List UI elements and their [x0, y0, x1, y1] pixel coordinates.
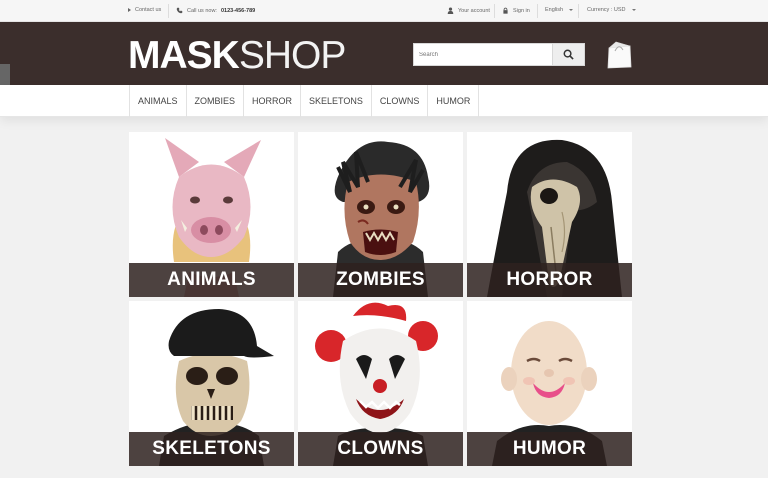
category-tile-clowns[interactable]: CLOWNS — [298, 301, 463, 466]
shopping-bag-icon — [607, 41, 632, 69]
signin-link[interactable]: Sign in — [502, 7, 530, 14]
category-label: ZOMBIES — [298, 263, 463, 297]
lock-icon — [503, 7, 508, 14]
category-tile-horror[interactable]: HORROR — [467, 132, 632, 297]
account-link[interactable]: Your account — [447, 7, 490, 14]
divider — [578, 4, 579, 18]
site-header: MASKSHOP — [0, 22, 768, 85]
signin-label: Sign in — [513, 7, 530, 14]
divider — [537, 4, 538, 18]
currency-select[interactable]: Currency : USD — [587, 7, 636, 13]
chevron-down-icon — [569, 9, 574, 11]
call-us: Call us now: 0123-456-789 — [176, 7, 255, 14]
category-grid: ANIMALS ZOMBIES HORROR SKELETONS CLOWNS … — [129, 132, 632, 466]
category-tile-animals[interactable]: ANIMALS — [129, 132, 294, 297]
side-tab-handle[interactable] — [0, 64, 10, 85]
nav-item-clowns[interactable]: Clowns — [372, 85, 429, 117]
chevron-down-icon — [631, 9, 636, 11]
phone-number: 0123-456-789 — [220, 7, 256, 14]
search-icon — [563, 49, 574, 60]
divider — [168, 4, 169, 18]
nav-item-zombies[interactable]: Zombies — [187, 85, 245, 117]
language-value: English — [545, 7, 564, 13]
category-tile-skeletons[interactable]: SKELETONS — [129, 301, 294, 466]
nav-item-humor[interactable]: Humor — [428, 85, 480, 117]
category-label: SKELETONS — [129, 432, 294, 466]
language-select[interactable]: English — [545, 7, 574, 13]
main-nav: Animals Zombies Horror Skeletons Clowns … — [0, 85, 768, 117]
divider — [494, 4, 495, 18]
category-label: HUMOR — [467, 432, 632, 466]
logo-thin: SHOP — [238, 34, 347, 77]
top-bar: Contact us Call us now: 0123-456-789 Your… — [0, 0, 768, 22]
user-icon — [447, 7, 454, 14]
nav-item-animals[interactable]: Animals — [130, 85, 187, 117]
site-logo[interactable]: MASKSHOP — [128, 34, 347, 77]
category-tile-zombies[interactable]: ZOMBIES — [298, 132, 463, 297]
call-prefix: Call us now: — [187, 7, 217, 14]
category-label: CLOWNS — [298, 432, 463, 466]
contact-label: Contact us — [135, 7, 162, 13]
nav-item-horror[interactable]: Horror — [244, 85, 302, 117]
logo-bold: MASK — [128, 34, 240, 77]
search-box — [413, 43, 585, 66]
nav-item-skeletons[interactable]: Skeletons — [301, 85, 372, 117]
arrow-right-icon — [128, 8, 131, 12]
currency-value: Currency : USD — [587, 7, 626, 13]
category-label: HORROR — [467, 263, 632, 297]
category-label: ANIMALS — [129, 263, 294, 297]
search-input[interactable] — [414, 44, 552, 65]
search-button[interactable] — [552, 44, 584, 65]
category-tile-humor[interactable]: HUMOR — [467, 301, 632, 466]
account-label: Your account — [458, 7, 490, 14]
cart-button[interactable] — [606, 40, 633, 74]
phone-icon — [176, 7, 183, 14]
contact-link[interactable]: Contact us — [128, 7, 161, 13]
